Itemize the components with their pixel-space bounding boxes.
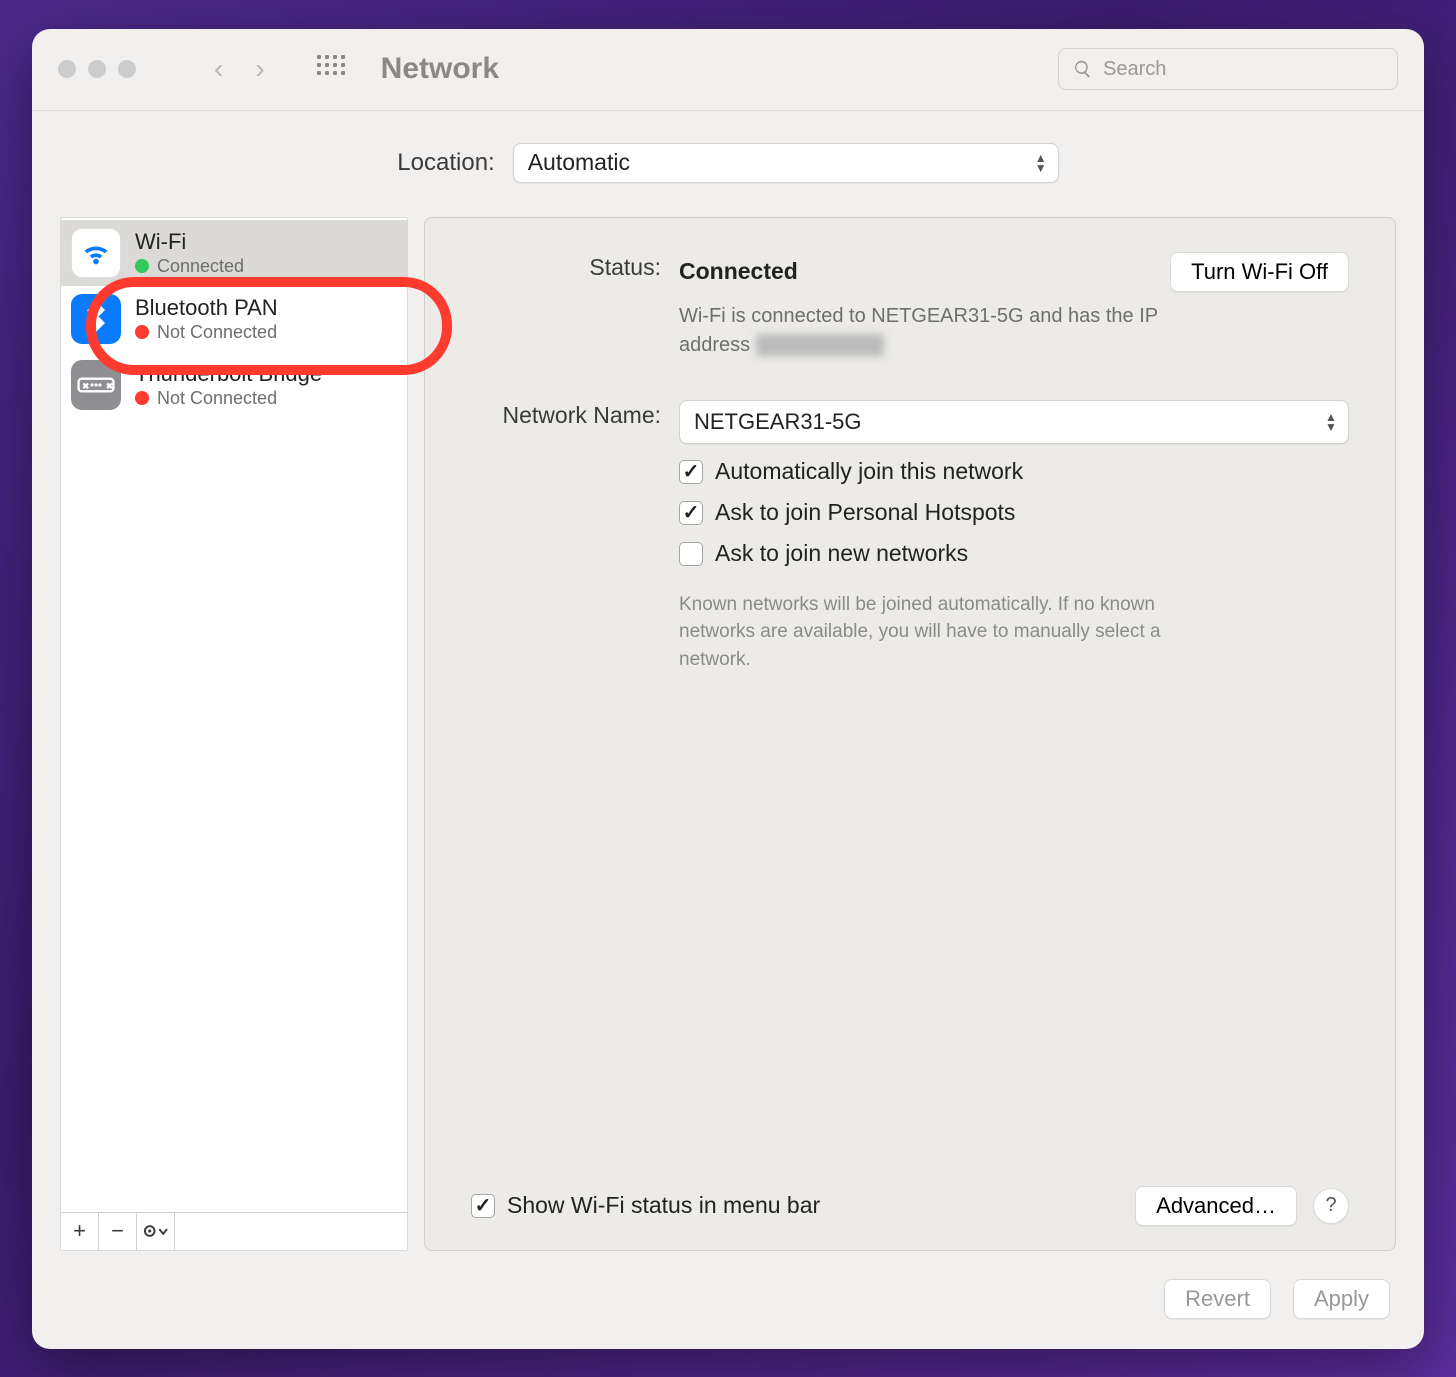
revert-button[interactable]: Revert	[1164, 1279, 1271, 1319]
status-label: Status:	[471, 252, 661, 281]
pane-footer: Show Wi-Fi status in menu bar Advanced… …	[471, 1166, 1349, 1226]
wifi-icon	[71, 228, 121, 278]
stepper-icon: ▲▼	[1320, 409, 1342, 435]
ask-hotspot-checkbox-row[interactable]: Ask to join Personal Hotspots	[679, 499, 1349, 526]
advanced-button[interactable]: Advanced…	[1135, 1186, 1297, 1226]
sidebar-item-bluetooth-pan[interactable]: Bluetooth PAN Not Connected	[61, 286, 407, 352]
search-placeholder: Search	[1103, 58, 1166, 81]
ask-hotspot-label: Ask to join Personal Hotspots	[715, 499, 1015, 526]
search-icon	[1073, 59, 1093, 79]
location-row: Location: Automatic ▲▼	[32, 111, 1424, 189]
sidebar-item-name: Thunderbolt Bridge	[135, 360, 322, 388]
network-name-select[interactable]: NETGEAR31-5G ▲▼	[679, 400, 1349, 444]
checkbox-icon	[679, 542, 703, 566]
stepper-icon: ▲▼	[1030, 150, 1052, 176]
minimize-window-button[interactable]	[88, 60, 106, 78]
ask-new-label: Ask to join new networks	[715, 540, 968, 567]
status-row: Status: Connected Turn Wi-Fi Off Wi-Fi i…	[471, 252, 1349, 360]
close-window-button[interactable]	[58, 60, 76, 78]
status-dot-icon	[135, 325, 149, 339]
sidebar-item-wifi[interactable]: Wi-Fi Connected	[61, 220, 407, 286]
checkbox-icon	[471, 1194, 495, 1218]
status-description: Wi-Fi is connected to NETGEAR31-5G and h…	[679, 302, 1199, 360]
forward-button[interactable]: ›	[255, 55, 264, 83]
remove-interface-button[interactable]: −	[99, 1213, 137, 1250]
search-input[interactable]: Search	[1058, 48, 1398, 90]
auto-join-label: Automatically join this network	[715, 458, 1023, 485]
apply-button[interactable]: Apply	[1293, 1279, 1390, 1319]
window-traffic-lights	[58, 60, 136, 78]
interfaces-list: Wi-Fi Connected Bluetooth PAN	[61, 218, 407, 1212]
sidebar-item-thunderbolt-bridge[interactable]: Thunderbolt Bridge Not Connected	[61, 352, 407, 418]
bluetooth-icon	[71, 294, 121, 344]
sidebar-footer-spacer	[175, 1213, 407, 1250]
network-name-value: NETGEAR31-5G	[694, 409, 862, 435]
thunderbolt-bridge-icon	[71, 360, 121, 410]
page-title: Network	[381, 52, 499, 86]
network-name-row: Network Name: NETGEAR31-5G ▲▼ Automatica…	[471, 400, 1349, 674]
location-value: Automatic	[528, 149, 630, 176]
location-label: Location:	[397, 149, 494, 177]
main: Wi-Fi Connected Bluetooth PAN	[32, 189, 1424, 1251]
auto-join-checkbox-row[interactable]: Automatically join this network	[679, 458, 1349, 485]
checkbox-icon	[679, 501, 703, 525]
status-dot-icon	[135, 259, 149, 273]
preferences-window: ‹ › Network Search Location: Automatic ▲…	[32, 29, 1424, 1349]
ask-new-hint: Known networks will be joined automatica…	[679, 591, 1179, 674]
show-menu-bar-label: Show Wi-Fi status in menu bar	[507, 1192, 820, 1219]
detail-pane: Status: Connected Turn Wi-Fi Off Wi-Fi i…	[424, 217, 1396, 1251]
sidebar-item-name: Wi-Fi	[135, 228, 244, 256]
all-prefs-grid-icon[interactable]	[317, 55, 345, 83]
sidebar-item-name: Bluetooth PAN	[135, 294, 278, 322]
zoom-window-button[interactable]	[118, 60, 136, 78]
nav-arrows: ‹ ›	[214, 55, 265, 83]
status-dot-icon	[135, 391, 149, 405]
status-value: Connected	[679, 258, 798, 285]
toggle-wifi-button[interactable]: Turn Wi-Fi Off	[1170, 252, 1349, 292]
sidebar-item-status: Connected	[135, 255, 244, 278]
interface-actions-menu[interactable]	[137, 1213, 175, 1250]
redacted-ip: ███ ███ ██	[756, 334, 884, 356]
ask-new-checkbox-row[interactable]: Ask to join new networks	[679, 540, 1349, 567]
network-name-label: Network Name:	[471, 400, 661, 429]
help-button[interactable]: ?	[1313, 1188, 1349, 1224]
toolbar: ‹ › Network Search	[32, 29, 1424, 111]
location-select[interactable]: Automatic ▲▼	[513, 143, 1059, 183]
show-menu-bar-checkbox-row[interactable]: Show Wi-Fi status in menu bar	[471, 1192, 820, 1219]
checkbox-icon	[679, 460, 703, 484]
sidebar-item-status: Not Connected	[135, 387, 322, 410]
bottom-actions: Revert Apply	[32, 1251, 1424, 1349]
back-button[interactable]: ‹	[214, 55, 223, 83]
add-interface-button[interactable]: +	[61, 1213, 99, 1250]
sidebar-item-status: Not Connected	[135, 321, 278, 344]
interfaces-sidebar: Wi-Fi Connected Bluetooth PAN	[60, 217, 408, 1251]
sidebar-footer: + −	[61, 1212, 407, 1250]
